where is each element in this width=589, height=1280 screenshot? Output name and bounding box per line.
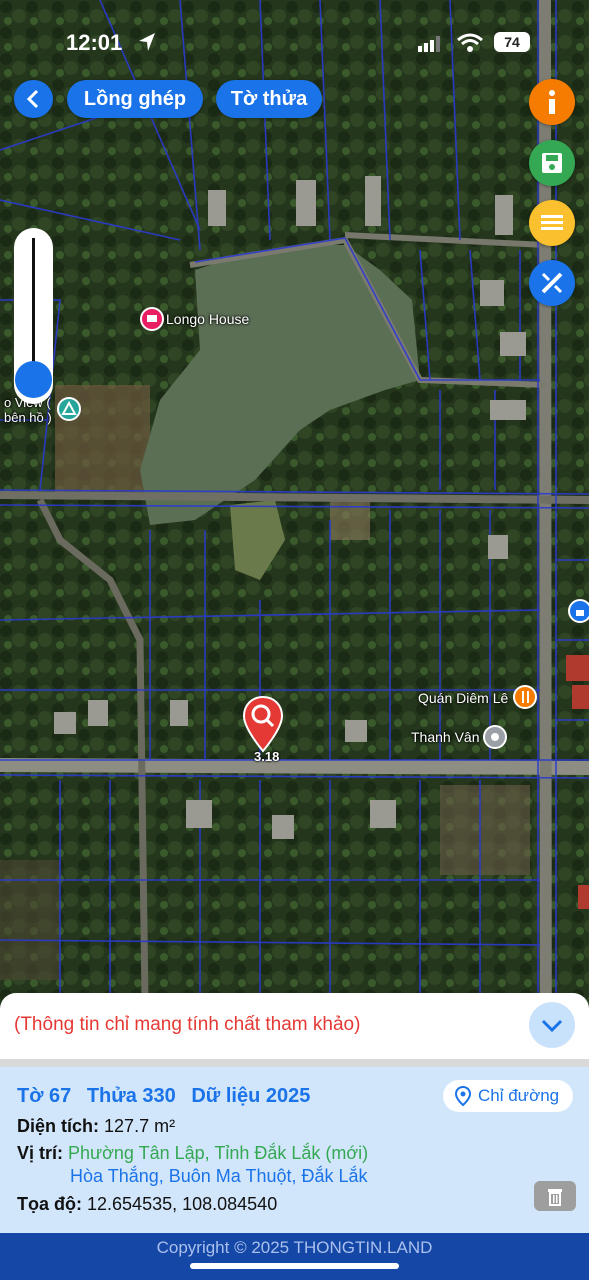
location-arrow-icon [139,33,155,51]
coordinates-label: Tọa độ: [17,1194,82,1214]
panel-divider [0,1059,589,1067]
parcel-pin-label: 3.18 [254,749,280,764]
map-label-longo-house: Longo House [166,311,250,327]
restaurant-marker-icon[interactable] [513,685,537,709]
longo-house-marker-icon[interactable] [140,307,164,331]
list-button[interactable] [529,200,575,246]
zoom-slider[interactable] [14,228,53,404]
location-label: Vị trí: [17,1143,64,1163]
parcel-location-pin-icon[interactable] [242,695,284,753]
wifi-icon [457,33,483,52]
home-indicator[interactable] [190,1263,399,1269]
lock-marker-icon[interactable] [568,599,589,623]
cellular-signal-icon [418,36,440,52]
zoom-slider-handle[interactable] [15,361,52,398]
info-icon [549,90,555,114]
status-time: 12:01 [66,30,123,55]
merge-mode-button[interactable]: Lồng ghép [67,80,203,118]
disclaimer-notice: (Thông tin chỉ mang tính chất tham khảo) [14,1014,361,1035]
map-pin-icon [454,1085,472,1107]
location-old: Hòa Thắng, Buôn Ma Thuột, Đắk Lắk [70,1166,368,1186]
measure-button[interactable] [529,260,575,306]
list-icon [541,215,563,230]
parcel-number: Thửa 330 [86,1085,176,1107]
chevron-left-icon [26,89,39,109]
sheet-number: Tờ 67 [17,1085,72,1107]
battery-indicator: 74 [494,32,530,52]
info-button[interactable] [529,79,575,125]
info-panel-header: (Thông tin chỉ mang tính chất tham khảo) [0,993,589,1059]
zoom-slider-track [32,238,35,378]
area-value: 127.7 m² [104,1116,176,1136]
map-label-view-line2: bên hồ ) [4,410,52,425]
copyright-text: Copyright © 2025 THONGTIN.LAND [156,1238,433,1257]
save-button[interactable] [529,140,575,186]
campground-marker-icon[interactable] [57,397,81,421]
area-label: Diện tích: [17,1116,100,1136]
delete-button[interactable] [534,1181,576,1211]
trash-icon [548,1189,562,1206]
collapse-panel-button[interactable] [529,1002,575,1048]
ruler-pencil-icon [541,272,563,294]
footer: Copyright © 2025 THONGTIN.LAND [0,1233,589,1280]
directions-label: Chỉ đường [478,1086,560,1105]
back-button[interactable] [14,80,53,118]
map-label-quan-diem-le: Quán Diêm Lê [418,690,509,706]
status-bar: 12:01 74 [0,28,589,58]
data-year: Dữ liệu 2025 [191,1085,311,1107]
area-row: Diện tích: 127.7 m² [17,1116,175,1137]
coordinates-row: Tọa độ: 12.654535, 108.084540 [17,1194,277,1215]
directions-button[interactable]: Chỉ đường [443,1080,573,1112]
location-new: Phường Tân Lập, Tỉnh Đắk Lắk (mới) [68,1143,369,1163]
coordinates-value: 12.654535, 108.084540 [87,1194,278,1214]
parcel-mode-button[interactable]: Tờ thửa [216,80,322,118]
map-label-thanh-van: Thanh Vân [411,729,480,745]
place-marker-icon[interactable] [483,725,507,749]
location-row: Vị trí: Phường Tân Lập, Tỉnh Đắk Lắk (mớ… [17,1143,368,1164]
parcel-info-panel: Tờ 67 Thửa 330 Dữ liệu 2025 Chỉ đường Di… [0,1067,589,1233]
chevron-down-icon [541,1019,563,1033]
save-icon [542,153,562,173]
parcel-title: Tờ 67 Thửa 330 Dữ liệu 2025 [17,1085,320,1108]
